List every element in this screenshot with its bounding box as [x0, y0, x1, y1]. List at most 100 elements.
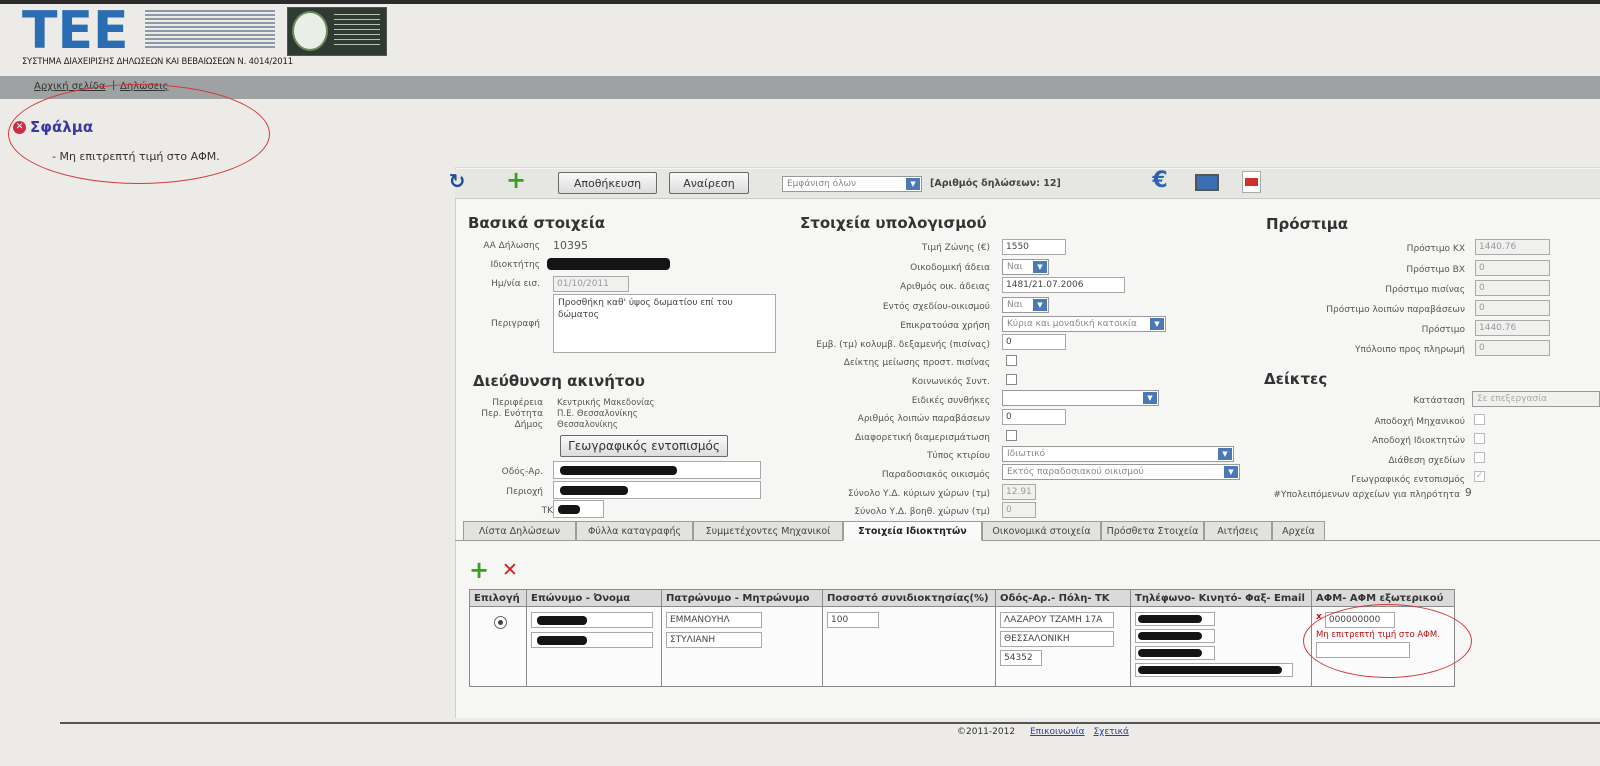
- status-select: Σε επεξεργασία: [1472, 391, 1600, 407]
- other-violations-field[interactable]: 0: [1002, 409, 1066, 425]
- zone-price-field[interactable]: 1550: [1002, 239, 1066, 255]
- phone-field[interactable]: [1135, 612, 1215, 626]
- geo-locate-button[interactable]: Γεωγραφικός εντοπισμός: [560, 435, 728, 457]
- pdf-icon-mark: [1245, 178, 1258, 186]
- street-label: Οδός-Αρ.: [501, 467, 543, 477]
- pdf-icon[interactable]: [1242, 171, 1261, 193]
- mobile-field[interactable]: [1135, 629, 1215, 643]
- inside-plan-select[interactable]: Ναι ▼: [1002, 297, 1049, 313]
- percent-field[interactable]: 100: [827, 612, 879, 628]
- phone-cell: [1130, 606, 1312, 687]
- status-label: Κατάσταση: [1413, 396, 1465, 406]
- geo-indicator-label: Γεωγραφικός εντοπισμός: [1351, 475, 1465, 485]
- tab-record-sheets[interactable]: Φύλλα καταγραφής: [576, 521, 693, 541]
- remaining-files-label: #Υπολειπόμενων αρχείων για πληρότητα: [1273, 490, 1460, 500]
- traditional-settlement-select[interactable]: Εκτός παραδοσιακού οικισμού ▼: [1002, 464, 1240, 480]
- monitor-icon[interactable]: [1195, 174, 1219, 191]
- col-percent: Ποσοστό συνιδιοκτησίας(%): [822, 589, 996, 607]
- special-conditions-select[interactable]: ▼: [1002, 390, 1159, 406]
- different-layout-checkbox[interactable]: [1006, 430, 1017, 441]
- percent-cell: 100: [822, 606, 996, 687]
- email-redacted: [1138, 666, 1282, 674]
- ministry-logo: [287, 7, 387, 56]
- building-type-select[interactable]: Ιδιωτικό ▼: [1002, 446, 1234, 462]
- ministry-logo-lines: [334, 14, 380, 48]
- special-conditions-label: Ειδικές συνθήκες: [911, 396, 990, 406]
- street-field[interactable]: [553, 461, 761, 479]
- parents-cell: ΕΜΜΑΝΟΥΗΛ ΣΤΥΛΙΑΝΗ: [661, 606, 823, 687]
- owner-city-field[interactable]: ΘΕΣΣΑΛΟΝΙΚΗ: [1000, 631, 1114, 647]
- tee-logo: ΤΕΕ: [22, 4, 129, 54]
- tab-financial[interactable]: Οικονομικά στοιχεία: [982, 521, 1101, 541]
- plans-available-checkbox: [1474, 452, 1485, 463]
- engineer-accept-label: Αποδοχή Μηχανικού: [1374, 417, 1465, 427]
- building-type-select-value: Ιδιωτικό: [1007, 449, 1046, 459]
- fax-redacted: [1138, 649, 1202, 657]
- filter-select[interactable]: Εμφάνιση όλων ▼: [782, 176, 922, 192]
- select-radio[interactable]: [494, 616, 507, 629]
- chevron-down-icon: ▼: [906, 178, 920, 190]
- aa-label: ΑΑ Δήλωσης: [483, 241, 540, 251]
- select-cell: [469, 606, 527, 687]
- refresh-icon[interactable]: ↻: [446, 171, 468, 191]
- fine-other-label: Πρόστιμο λοιπών παραβάσεων: [1326, 305, 1465, 315]
- system-name: ΣΥΣΤΗΜΑ ΔΙΑΧΕΙΡΙΣΗΣ ΔΗΛΩΣΕΩΝ ΚΑΙ ΒΕΒΑΙΩΣ…: [22, 57, 293, 67]
- tab-engineers[interactable]: Συμμετέχοντες Μηχανικοί: [693, 521, 843, 541]
- social-checkbox[interactable]: [1006, 374, 1017, 385]
- afm-highlight-oval: [1303, 604, 1472, 678]
- tab-declarations-list[interactable]: Λίστα Δηλώσεων: [463, 521, 576, 541]
- surname-field[interactable]: [531, 612, 653, 628]
- owner-zip-field[interactable]: 54352: [1000, 650, 1042, 666]
- owner-label: Ιδιοκτήτης: [490, 260, 540, 270]
- zone-price-label: Τιμή Ζώνης (€): [921, 243, 990, 253]
- plans-available-label: Διάθεση σχεδίων: [1388, 456, 1465, 466]
- surname-redacted: [537, 616, 587, 625]
- zip-field[interactable]: [553, 500, 604, 518]
- footer-copyright: ©2011-2012: [957, 727, 1016, 737]
- mobile-redacted: [1138, 632, 1202, 640]
- save-button[interactable]: Αποθήκευση: [558, 172, 657, 194]
- permit-select-value: Ναι: [1007, 262, 1023, 272]
- about-link[interactable]: Σχετικά: [1093, 727, 1128, 737]
- add-owner-icon[interactable]: +: [469, 558, 489, 582]
- email-field[interactable]: [1135, 663, 1293, 677]
- permit-label: Οικοδομική άδεια: [910, 263, 990, 273]
- declaration-count: [Αριθμός δηλώσεων: 12]: [930, 178, 1061, 189]
- remaining-files-value: 9: [1465, 487, 1472, 499]
- tab-applications[interactable]: Αιτήσεις: [1204, 521, 1272, 541]
- fine-total-field: 1440.76: [1475, 320, 1550, 336]
- mother-name-field[interactable]: ΣΤΥΛΙΑΝΗ: [666, 632, 762, 648]
- nav-bar: Αρχική σελίδα | Δηλώσεις: [0, 76, 1600, 99]
- euro-icon[interactable]: €: [1148, 170, 1172, 192]
- area-field[interactable]: [553, 481, 761, 499]
- pool-index-label: Δείκτης μείωσης προστ. πισίνας: [843, 358, 990, 368]
- regional-unit-label: Περ. Ενότητα: [481, 409, 543, 419]
- delete-owner-icon[interactable]: ✕: [502, 560, 518, 580]
- pool-area-label: Εμβ. (τμ) κολυμβ. δεξαμενής (πισίνας): [816, 340, 990, 350]
- permit-select[interactable]: Ναι ▼: [1002, 259, 1049, 275]
- fine-pool-field: 0: [1475, 280, 1550, 296]
- firstname-field[interactable]: [531, 632, 653, 648]
- tab-additional[interactable]: Πρόσθετα Στοιχεία: [1101, 521, 1204, 541]
- pool-index-checkbox[interactable]: [1006, 355, 1017, 366]
- fine-kx-label: Πρόστιμο ΚΧ: [1406, 244, 1465, 254]
- regional-unit-value: Π.Ε. Θεσσαλονίκης: [557, 409, 638, 419]
- cancel-button[interactable]: Αναίρεση: [669, 172, 749, 194]
- address-cell: ΛΑΖΑΡΟΥ ΤΖΑΜΗ 17Α ΘΕΣΣΑΛΟΝΙΚΗ 54352: [995, 606, 1131, 687]
- fax-field[interactable]: [1135, 646, 1215, 660]
- fine-bx-label: Πρόστιμο ΒΧ: [1406, 265, 1465, 275]
- owner-street-field[interactable]: ΛΑΖΑΡΟΥ ΤΖΑΜΗ 17Α: [1000, 612, 1114, 628]
- add-icon[interactable]: +: [505, 168, 527, 192]
- tab-owners[interactable]: Στοιχεία Ιδιοκτητών: [843, 521, 982, 541]
- owner-accept-label: Αποδοχή Ιδιοκτητών: [1372, 436, 1465, 446]
- fines-section-title: Πρόστιμα: [1266, 215, 1349, 233]
- tab-files[interactable]: Αρχεία: [1272, 521, 1325, 541]
- pool-area-field[interactable]: 0: [1002, 334, 1066, 350]
- contact-link[interactable]: Επικοινωνία: [1030, 727, 1085, 737]
- description-textarea[interactable]: Προσθήκη καθ' ύψος δωματίου επί του δώμα…: [553, 294, 776, 353]
- use-select[interactable]: Κύρια και μοναδική κατοικία ▼: [1002, 316, 1166, 332]
- permit-number-field[interactable]: 1481/21.07.2006: [1002, 277, 1125, 293]
- father-name-field[interactable]: ΕΜΜΑΝΟΥΗΛ: [666, 612, 762, 628]
- address-section-title: Διεύθυνση ακινήτου: [473, 372, 645, 390]
- basic-section-title: Βασικά στοιχεία: [468, 214, 606, 232]
